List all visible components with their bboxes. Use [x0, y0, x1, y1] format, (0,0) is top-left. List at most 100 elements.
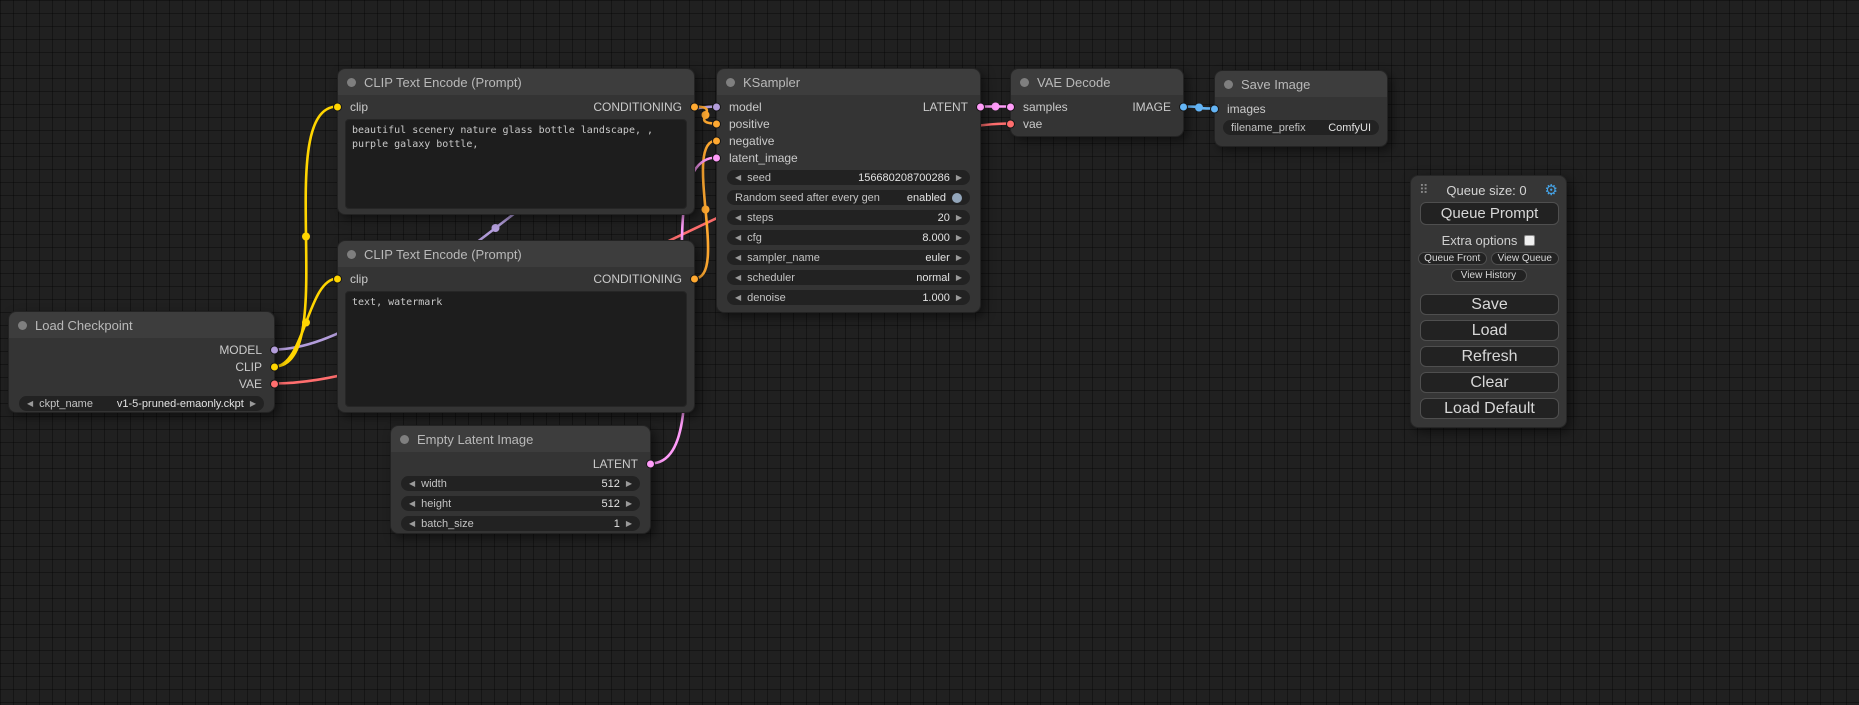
view-queue-button[interactable]: View Queue [1491, 252, 1560, 265]
seed-widget[interactable]: ◀ seed 156680208700286 ▶ [727, 170, 970, 185]
comfy-menu-panel: ⠿ Queue size: 0 ⚙ Queue Prompt Extra opt… [1410, 175, 1567, 428]
load-checkpoint-node[interactable]: Load Checkpoint MODEL CLIP VAE ◀ ckpt [8, 311, 275, 413]
link-midpoint-dot [302, 319, 310, 327]
toggle-knob-icon[interactable] [952, 193, 962, 203]
decrement-arrow-icon[interactable]: ◀ [735, 174, 741, 182]
widget-value: 512 [601, 478, 619, 490]
clip-input-slot[interactable] [333, 274, 342, 283]
slot-label: CONDITIONING [593, 272, 682, 286]
clip-text-encode-positive-node[interactable]: CLIP Text Encode (Prompt) clip CONDITION… [337, 68, 695, 215]
vae-output-slot[interactable] [270, 379, 279, 388]
increment-arrow-icon[interactable]: ▶ [956, 294, 962, 302]
increment-arrow-icon[interactable]: ▶ [956, 254, 962, 262]
load-default-button[interactable]: Load Default [1420, 398, 1559, 419]
samples-input-slot[interactable] [1006, 102, 1015, 111]
conditioning-output-slot[interactable] [690, 274, 699, 283]
extra-options-checkbox[interactable] [1524, 235, 1535, 246]
collapse-dot-icon[interactable] [726, 78, 735, 87]
node-title: Empty Latent Image [417, 432, 533, 447]
settings-gear-icon[interactable]: ⚙ [1545, 181, 1558, 199]
decrement-arrow-icon[interactable]: ◀ [735, 274, 741, 282]
positive-input-slot[interactable] [712, 119, 721, 128]
model-output-slot[interactable] [270, 345, 279, 354]
collapse-dot-icon[interactable] [347, 250, 356, 259]
latent-output-slot[interactable] [646, 459, 655, 468]
filename-prefix-widget[interactable]: filename_prefix ComfyUI [1223, 120, 1379, 135]
drag-handle-icon[interactable]: ⠿ [1419, 182, 1429, 198]
model-input-slot[interactable] [712, 102, 721, 111]
negative-prompt-textarea[interactable]: text, watermark [345, 291, 687, 407]
cfg-widget[interactable]: ◀ cfg 8.000 ▶ [727, 230, 970, 245]
latent-output-slot[interactable] [976, 102, 985, 111]
latent-image-input-slot[interactable] [712, 153, 721, 162]
node-title-bar[interactable]: KSampler [717, 69, 980, 95]
increment-arrow-icon[interactable]: ▶ [956, 274, 962, 282]
slot-row: clip CONDITIONING [338, 270, 694, 287]
width-widget[interactable]: ◀ width 512 ▶ [401, 476, 640, 491]
sampler-name-widget[interactable]: ◀ sampler_name euler ▶ [727, 250, 970, 265]
decrement-arrow-icon[interactable]: ◀ [409, 500, 415, 508]
clear-button[interactable]: Clear [1420, 372, 1559, 393]
decrement-arrow-icon[interactable]: ◀ [735, 294, 741, 302]
slot-row: negative [717, 132, 980, 149]
clip-text-encode-negative-node[interactable]: CLIP Text Encode (Prompt) clip CONDITION… [337, 240, 695, 413]
decrement-arrow-icon[interactable]: ◀ [735, 234, 741, 242]
denoise-widget[interactable]: ◀ denoise 1.000 ▶ [727, 290, 970, 305]
refresh-button[interactable]: Refresh [1420, 346, 1559, 367]
random-seed-toggle-widget[interactable]: Random seed after every gen enabled [727, 190, 970, 205]
node-graph-canvas[interactable]: Load Checkpoint MODEL CLIP VAE ◀ ckpt [0, 0, 1859, 705]
increment-arrow-icon[interactable]: ▶ [626, 480, 632, 488]
ksampler-node[interactable]: KSampler model LATENT positive negative [716, 68, 981, 313]
view-history-button[interactable]: View History [1451, 269, 1527, 282]
collapse-dot-icon[interactable] [347, 78, 356, 87]
increment-arrow-icon[interactable]: ▶ [626, 500, 632, 508]
vae-input-slot[interactable] [1006, 119, 1015, 128]
increment-arrow-icon[interactable]: ▶ [626, 520, 632, 528]
save-button[interactable]: Save [1420, 294, 1559, 315]
node-title-bar[interactable]: Empty Latent Image [391, 426, 650, 452]
increment-arrow-icon[interactable]: ▶ [956, 234, 962, 242]
increment-arrow-icon[interactable]: ▶ [956, 214, 962, 222]
scheduler-widget[interactable]: ◀ scheduler normal ▶ [727, 270, 970, 285]
positive-prompt-textarea[interactable]: beautiful scenery nature glass bottle la… [345, 119, 687, 209]
empty-latent-image-node[interactable]: Empty Latent Image LATENT ◀ width 512 ▶ … [390, 425, 651, 534]
decrement-arrow-icon[interactable]: ◀ [735, 214, 741, 222]
height-widget[interactable]: ◀ height 512 ▶ [401, 496, 640, 511]
save-image-node[interactable]: Save Image images filename_prefix ComfyU… [1214, 70, 1388, 147]
decrement-arrow-icon[interactable]: ◀ [409, 480, 415, 488]
collapse-dot-icon[interactable] [18, 321, 27, 330]
link-midpoint-dot [302, 233, 310, 241]
slot-label: IMAGE [1132, 100, 1171, 114]
image-output-slot[interactable] [1179, 102, 1188, 111]
node-title-bar[interactable]: Save Image [1215, 71, 1387, 97]
node-title-bar[interactable]: VAE Decode [1011, 69, 1183, 95]
node-title-bar[interactable]: CLIP Text Encode (Prompt) [338, 241, 694, 267]
node-title-bar[interactable]: Load Checkpoint [9, 312, 274, 338]
images-input-slot[interactable] [1210, 104, 1219, 113]
decrement-arrow-icon[interactable]: ◀ [409, 520, 415, 528]
widget-label: sampler_name [747, 252, 820, 264]
batch-size-widget[interactable]: ◀ batch_size 1 ▶ [401, 516, 640, 531]
collapse-dot-icon[interactable] [400, 435, 409, 444]
link-midpoint-dot [492, 224, 500, 232]
queue-prompt-button[interactable]: Queue Prompt [1420, 202, 1559, 225]
node-title-bar[interactable]: CLIP Text Encode (Prompt) [338, 69, 694, 95]
decrement-arrow-icon[interactable]: ◀ [735, 254, 741, 262]
decrement-arrow-icon[interactable]: ◀ [27, 400, 33, 408]
negative-input-slot[interactable] [712, 136, 721, 145]
increment-arrow-icon[interactable]: ▶ [250, 400, 256, 408]
slot-label: images [1227, 102, 1266, 116]
vae-decode-node[interactable]: VAE Decode samples IMAGE vae [1010, 68, 1184, 137]
slot-label: MODEL [219, 343, 262, 357]
load-button[interactable]: Load [1420, 320, 1559, 341]
widget-value: normal [916, 272, 950, 284]
increment-arrow-icon[interactable]: ▶ [956, 174, 962, 182]
steps-widget[interactable]: ◀ steps 20 ▶ [727, 210, 970, 225]
queue-front-button[interactable]: Queue Front [1418, 252, 1487, 265]
ckpt-name-widget[interactable]: ◀ ckpt_name v1-5-pruned-emaonly.ckpt ▶ [19, 396, 264, 411]
clip-output-slot[interactable] [270, 362, 279, 371]
collapse-dot-icon[interactable] [1020, 78, 1029, 87]
collapse-dot-icon[interactable] [1224, 80, 1233, 89]
clip-input-slot[interactable] [333, 102, 342, 111]
conditioning-output-slot[interactable] [690, 102, 699, 111]
